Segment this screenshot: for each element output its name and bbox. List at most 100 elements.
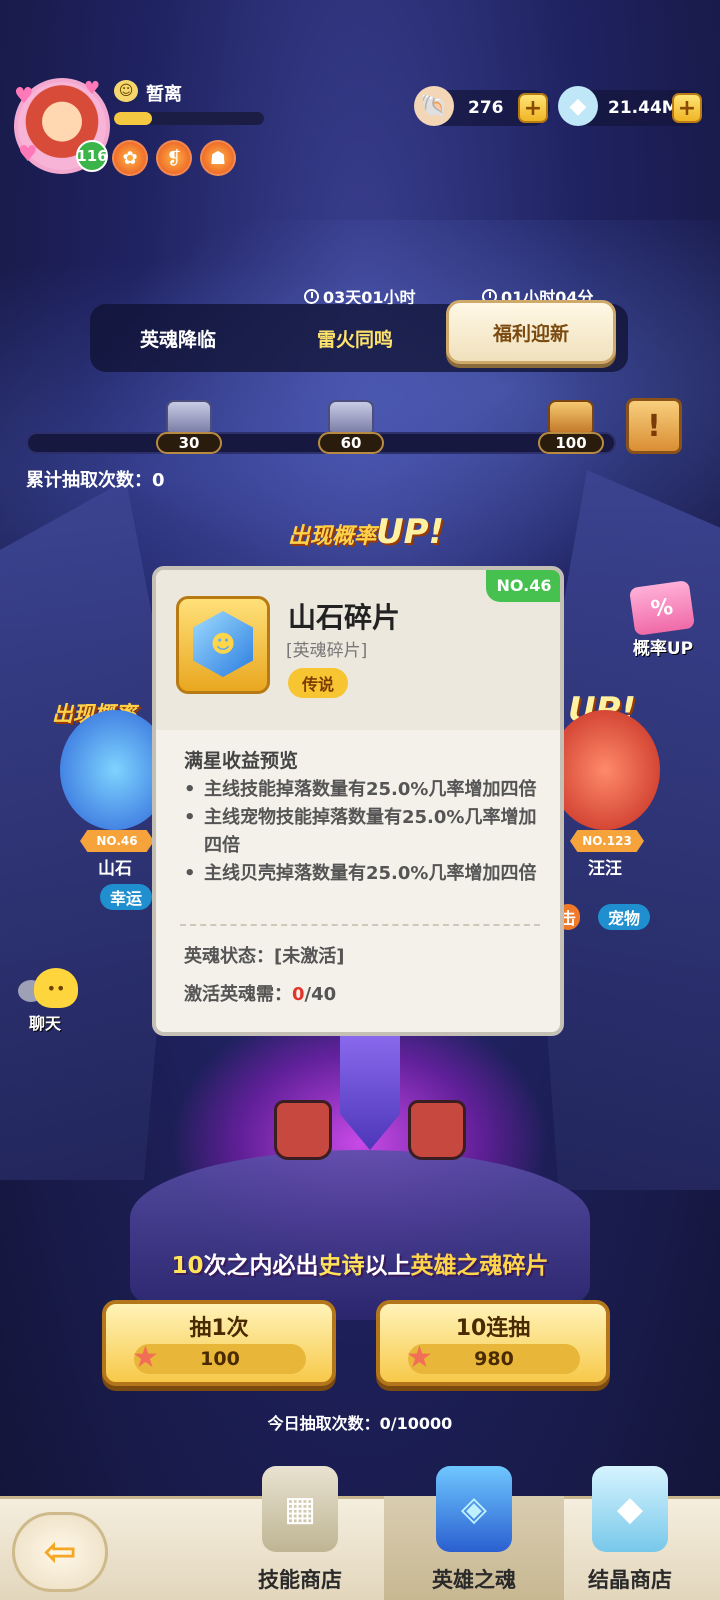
shell-amount: 276	[468, 98, 504, 118]
crystal-amount: 21.44M	[608, 98, 679, 118]
guarantee-text-1: 次之内必出	[203, 1253, 319, 1279]
draw-ten-button[interactable]: 10连抽 980 ★	[376, 1300, 610, 1386]
starfish-icon: ★	[406, 1340, 433, 1375]
activate-need-count: /40	[304, 984, 337, 1005]
nav-crystal-shop[interactable]: ◆ 结晶商店	[540, 1466, 720, 1600]
guarantee-text: 10次之内必出史诗以上英雄之魂碎片	[0, 1246, 720, 1280]
heart-icon: ♥	[18, 142, 38, 167]
max-star-preview-title: 满星收益预览	[184, 750, 299, 772]
buff-icon-1[interactable]: ✿	[112, 140, 148, 176]
nav-hero-soul-label: 英雄之魂	[432, 1568, 516, 1592]
tab-welfare-newcomer[interactable]: 福利迎新	[446, 300, 616, 364]
soul-state-label: 英魂状态：	[184, 946, 274, 967]
guarantee-item: 英雄之魂碎片	[410, 1253, 549, 1279]
rules-scroll-button[interactable]: !	[626, 398, 682, 454]
hero-shield	[340, 1030, 400, 1150]
nav-hero-soul[interactable]: ◈ 英雄之魂	[384, 1466, 564, 1600]
tag-lucky: 幸运	[100, 884, 153, 910]
rate-up-banner-center: 出现概率UP!	[288, 512, 444, 552]
draw-once-cost: 100	[134, 1344, 306, 1374]
player-level-badge: 116	[76, 140, 108, 172]
activate-requirement-row: 激活英魂需：0/40	[184, 980, 336, 1006]
item-title: 山石碎片	[288, 601, 401, 634]
nav-crystal-shop-label: 结晶商店	[588, 1568, 672, 1592]
shell-currency: 🐚 276 +	[414, 86, 550, 126]
total-draw-count-value: 0	[152, 470, 165, 491]
hero-boot-left	[274, 1100, 332, 1160]
rate-up-button[interactable]: % 概率UP	[618, 574, 708, 664]
player-status: 暂离	[146, 84, 182, 105]
chest-icon	[166, 400, 212, 434]
nav-skill-shop[interactable]: ▦ 技能商店	[210, 1466, 390, 1600]
item-icon-frame: ☻	[176, 596, 270, 694]
chest-threshold: 30	[156, 432, 222, 454]
heart-icon: ♥	[14, 84, 34, 109]
draw-once-button[interactable]: 抽1次 100 ★	[102, 1300, 336, 1386]
rock-shard-icon: ☻	[193, 611, 253, 677]
tab-thunder-fire[interactable]: 雷火同鸣	[266, 304, 444, 372]
back-arrow-icon: ⇦	[43, 1529, 77, 1575]
clock-icon	[304, 288, 319, 304]
buff-icon-2[interactable]: ❡	[156, 140, 192, 176]
milestone-chest-100[interactable]: 100	[538, 396, 604, 454]
xp-bar	[114, 112, 264, 125]
nav-skill-shop-label: 技能商店	[258, 1568, 342, 1592]
guarantee-rarity: 史诗	[318, 1253, 365, 1279]
add-crystals-button[interactable]: +	[672, 93, 702, 123]
soul-state-row: 英魂状态：[未激活]	[184, 942, 344, 968]
chat-label: 聊天	[28, 1014, 61, 1033]
milestone-chest-30[interactable]: 30	[156, 396, 222, 454]
hero-boot-right	[408, 1100, 466, 1160]
guarantee-text-2: 以上	[364, 1253, 411, 1279]
chest-threshold: 60	[318, 432, 384, 454]
crystal-currency-icon: ◆	[558, 86, 598, 126]
draw-once-label: 抽1次	[189, 1316, 249, 1341]
skill-shop-icon: ▦	[262, 1466, 338, 1552]
chest-threshold: 100	[538, 432, 604, 454]
bonus-list[interactable]: 主线技能掉落数量有25.0%几率增加四倍 主线宠物技能掉落数量有25.0%几率增…	[184, 776, 544, 912]
heart-icon: ♥	[84, 78, 101, 99]
rarity-badge: 传说	[288, 668, 349, 698]
chest-icon	[328, 400, 374, 434]
draw-ten-label: 10连抽	[455, 1316, 531, 1341]
crystal-currency: ◆ 21.44M +	[558, 86, 704, 126]
rate-up-prefix: 出现概率	[288, 524, 377, 549]
away-status-icon: ☺	[114, 80, 138, 102]
tab-hero-soul-arrival[interactable]: 英魂降临	[90, 304, 266, 372]
total-draw-count-label: 累计抽取次数：	[26, 470, 152, 491]
buff-icon-3[interactable]: ☗	[200, 140, 236, 176]
chat-face-icon: ••	[34, 968, 78, 1008]
back-button[interactable]: ⇦	[12, 1512, 108, 1592]
crystal-shop-icon: ◆	[592, 1466, 668, 1552]
total-draw-count: 累计抽取次数：0	[26, 466, 165, 492]
rate-up-label: 概率UP	[632, 639, 694, 659]
today-draw-count: 今日抽取次数：0/10000	[267, 1414, 453, 1433]
percent-cart-icon: %	[628, 580, 696, 636]
tag-pet: 宠物	[598, 904, 651, 930]
pet-art	[550, 710, 660, 830]
hero-soul-icon: ◈	[436, 1466, 512, 1552]
chest-icon	[548, 400, 594, 434]
milestone-chest-60[interactable]: 60	[318, 396, 384, 454]
activate-have-count: 0	[292, 984, 305, 1005]
item-subtitle: [英魂碎片]	[286, 641, 368, 661]
chat-button[interactable]: •• 聊天	[10, 962, 82, 1034]
rate-up-big: UP!	[376, 512, 445, 552]
draw-ten-cost: 980	[408, 1344, 580, 1374]
hero-figure	[270, 1030, 470, 1160]
popup-divider	[180, 924, 540, 926]
guarantee-count: 10	[171, 1253, 204, 1279]
summon-pedestal	[130, 1150, 590, 1320]
card-number: NO.123	[570, 830, 644, 852]
event-tabs: 英魂降临 雷火同鸣 福利迎新	[90, 300, 628, 372]
item-detail-popup[interactable]: ☻ 山石碎片 [英魂碎片] 传说 NO.46 满星收益预览 主线技能掉落数量有2…	[152, 566, 564, 1036]
soul-state-value: [未激活]	[274, 946, 345, 967]
bonus-item: 主线宠物技能掉落数量有25.0%几率增加四倍	[184, 804, 544, 860]
bonus-item: 主线贝壳掉落数量有25.0%几率增加四倍	[184, 860, 544, 888]
starfish-icon: ★	[132, 1340, 159, 1375]
card-number: NO.46	[80, 830, 154, 852]
activate-label: 激活英魂需：	[184, 984, 292, 1005]
shell-currency-icon: 🐚	[414, 86, 454, 126]
add-shells-button[interactable]: +	[518, 93, 548, 123]
bonus-item: 主线技能掉落数量有25.0%几率增加四倍	[184, 776, 544, 804]
